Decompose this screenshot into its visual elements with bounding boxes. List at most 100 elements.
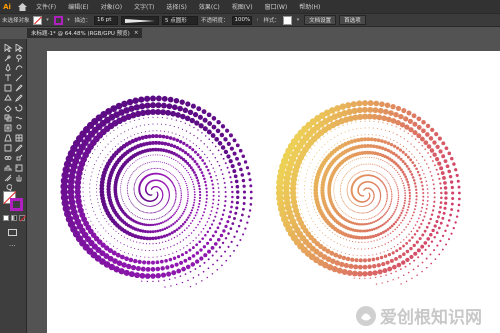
eyedropper-icon[interactable] bbox=[14, 143, 24, 152]
preferences-button[interactable]: 首选项 bbox=[339, 15, 366, 25]
purple-spiral-dot bbox=[163, 248, 165, 250]
curvature-icon[interactable] bbox=[14, 63, 24, 72]
purple-spiral-dot bbox=[88, 161, 89, 163]
menu-object[interactable]: 对象(O) bbox=[95, 2, 128, 11]
menu-type[interactable]: 文字(T) bbox=[128, 2, 160, 11]
gradient-spiral-dot bbox=[448, 174, 453, 179]
symbol-sprayer-icon[interactable] bbox=[14, 153, 24, 162]
gradient-spiral-dot bbox=[404, 192, 407, 194]
document-setup-button[interactable]: 文档设置 bbox=[304, 15, 337, 25]
menu-select[interactable]: 选择(S) bbox=[160, 2, 193, 11]
line-icon[interactable] bbox=[14, 73, 24, 82]
magic-wand-icon[interactable] bbox=[3, 53, 13, 62]
gradient-icon[interactable] bbox=[3, 143, 13, 152]
purple-spiral-dot bbox=[130, 246, 132, 248]
purple-spiral-dot bbox=[157, 280, 160, 282]
menu-file[interactable]: 文件(F) bbox=[30, 2, 62, 11]
hand-icon[interactable] bbox=[14, 173, 24, 182]
purple-spiral-dot bbox=[173, 175, 175, 178]
spiral-artwork[interactable] bbox=[47, 51, 500, 333]
shape-builder-icon[interactable] bbox=[14, 123, 24, 132]
rotate-icon[interactable] bbox=[14, 103, 24, 112]
menu-edit[interactable]: 编辑(E) bbox=[62, 2, 94, 11]
gradient-spiral-dot bbox=[431, 160, 434, 162]
purple-spiral-dot bbox=[156, 249, 158, 251]
purple-spiral-dot bbox=[126, 238, 128, 240]
menu-effect[interactable]: 效果(C) bbox=[193, 2, 226, 11]
pen-icon[interactable] bbox=[3, 63, 13, 72]
purple-dot-spiral[interactable] bbox=[60, 95, 253, 288]
scale-icon[interactable] bbox=[3, 113, 13, 122]
opacity-field[interactable]: 100% bbox=[231, 15, 252, 25]
gradient-spiral-dot bbox=[376, 239, 378, 241]
gradient-spiral-dot bbox=[369, 218, 371, 220]
purple-spiral-dot bbox=[154, 134, 159, 139]
gradient-spiral-dot bbox=[319, 229, 321, 231]
graphic-style-swatch[interactable] bbox=[283, 15, 293, 25]
gradient-spiral-dot bbox=[355, 121, 357, 123]
document-tab[interactable]: 未标题-1* @ 64.48% (RGB/GPU 预览) × bbox=[27, 28, 143, 38]
close-icon[interactable]: × bbox=[134, 30, 139, 36]
menu-window[interactable]: 窗口(W) bbox=[259, 2, 294, 11]
fill-stroke-indicator[interactable] bbox=[3, 191, 23, 211]
fill-swatch[interactable] bbox=[32, 15, 42, 25]
mesh-icon[interactable] bbox=[14, 133, 24, 142]
purple-spiral-dot bbox=[120, 185, 122, 187]
menu-help[interactable]: 帮助(H) bbox=[293, 2, 326, 11]
home-icon[interactable] bbox=[14, 0, 30, 13]
lasso-icon[interactable] bbox=[14, 53, 24, 62]
gradient-spiral-dot bbox=[360, 212, 362, 214]
gradient-spiral-dot bbox=[440, 196, 443, 200]
purple-spiral-dot bbox=[232, 169, 237, 174]
more-tools-icon[interactable]: ··· bbox=[9, 242, 16, 250]
purple-spiral-dot bbox=[133, 185, 135, 187]
free-transform-icon[interactable] bbox=[3, 123, 13, 132]
gradient-spiral-dot bbox=[420, 244, 425, 249]
perspective-icon[interactable] bbox=[3, 133, 13, 142]
chevron-down-icon[interactable]: ▾ bbox=[45, 16, 51, 25]
gradient-spiral-dot bbox=[430, 213, 434, 216]
gradient-spiral-dot bbox=[412, 211, 415, 214]
eraser-icon[interactable] bbox=[3, 103, 13, 112]
purple-spiral-dot bbox=[193, 160, 197, 163]
gradient-spiral-dot bbox=[354, 258, 359, 263]
stroke-swatch[interactable] bbox=[53, 15, 63, 25]
gradient-spiral-dot bbox=[339, 190, 341, 192]
gradient-dot-spiral[interactable] bbox=[275, 100, 461, 285]
selection-icon[interactable] bbox=[3, 43, 13, 52]
purple-spiral-dot bbox=[175, 228, 179, 232]
shaper-icon[interactable] bbox=[3, 93, 13, 102]
gradient-spiral-dot bbox=[300, 167, 302, 169]
rectangle-icon[interactable] bbox=[3, 83, 13, 92]
screen-mode-icon[interactable] bbox=[8, 229, 17, 236]
chevron-down-icon[interactable]: ▾ bbox=[66, 16, 72, 25]
graph-icon[interactable] bbox=[3, 163, 13, 172]
slice-icon[interactable] bbox=[3, 173, 13, 182]
artboard-icon[interactable] bbox=[14, 163, 24, 172]
brush-definition[interactable]: 5 点圆形 bbox=[162, 15, 199, 25]
gradient-spiral-dot bbox=[385, 188, 387, 190]
menu-view[interactable]: 视图(V) bbox=[226, 2, 259, 11]
color-mode-buttons[interactable] bbox=[3, 215, 27, 222]
width-icon[interactable] bbox=[14, 113, 24, 122]
paintbrush-icon[interactable] bbox=[14, 83, 24, 92]
blend-icon[interactable] bbox=[3, 153, 13, 162]
direct-selection-icon[interactable] bbox=[14, 43, 24, 52]
purple-spiral-dot bbox=[134, 247, 136, 250]
pencil-icon[interactable] bbox=[14, 93, 24, 102]
type-icon[interactable] bbox=[3, 73, 13, 82]
gradient-spiral-dot bbox=[395, 126, 397, 128]
purple-spiral-dot bbox=[224, 224, 228, 228]
gradient-spiral-dot bbox=[406, 180, 409, 184]
artboard[interactable] bbox=[47, 51, 500, 333]
purple-spiral-dot bbox=[240, 173, 245, 177]
chevron-down-icon[interactable]: ▾ bbox=[295, 16, 301, 25]
purple-spiral-dot bbox=[175, 138, 180, 143]
variable-width-profile[interactable] bbox=[121, 15, 160, 25]
purple-spiral-dot bbox=[149, 168, 151, 170]
canvas-area[interactable] bbox=[28, 39, 500, 333]
purple-spiral-dot bbox=[120, 133, 122, 135]
gradient-spiral-dot bbox=[454, 168, 458, 172]
chevron-right-icon[interactable]: › bbox=[255, 16, 261, 25]
stroke-weight-field[interactable]: 16 pt bbox=[94, 15, 119, 25]
